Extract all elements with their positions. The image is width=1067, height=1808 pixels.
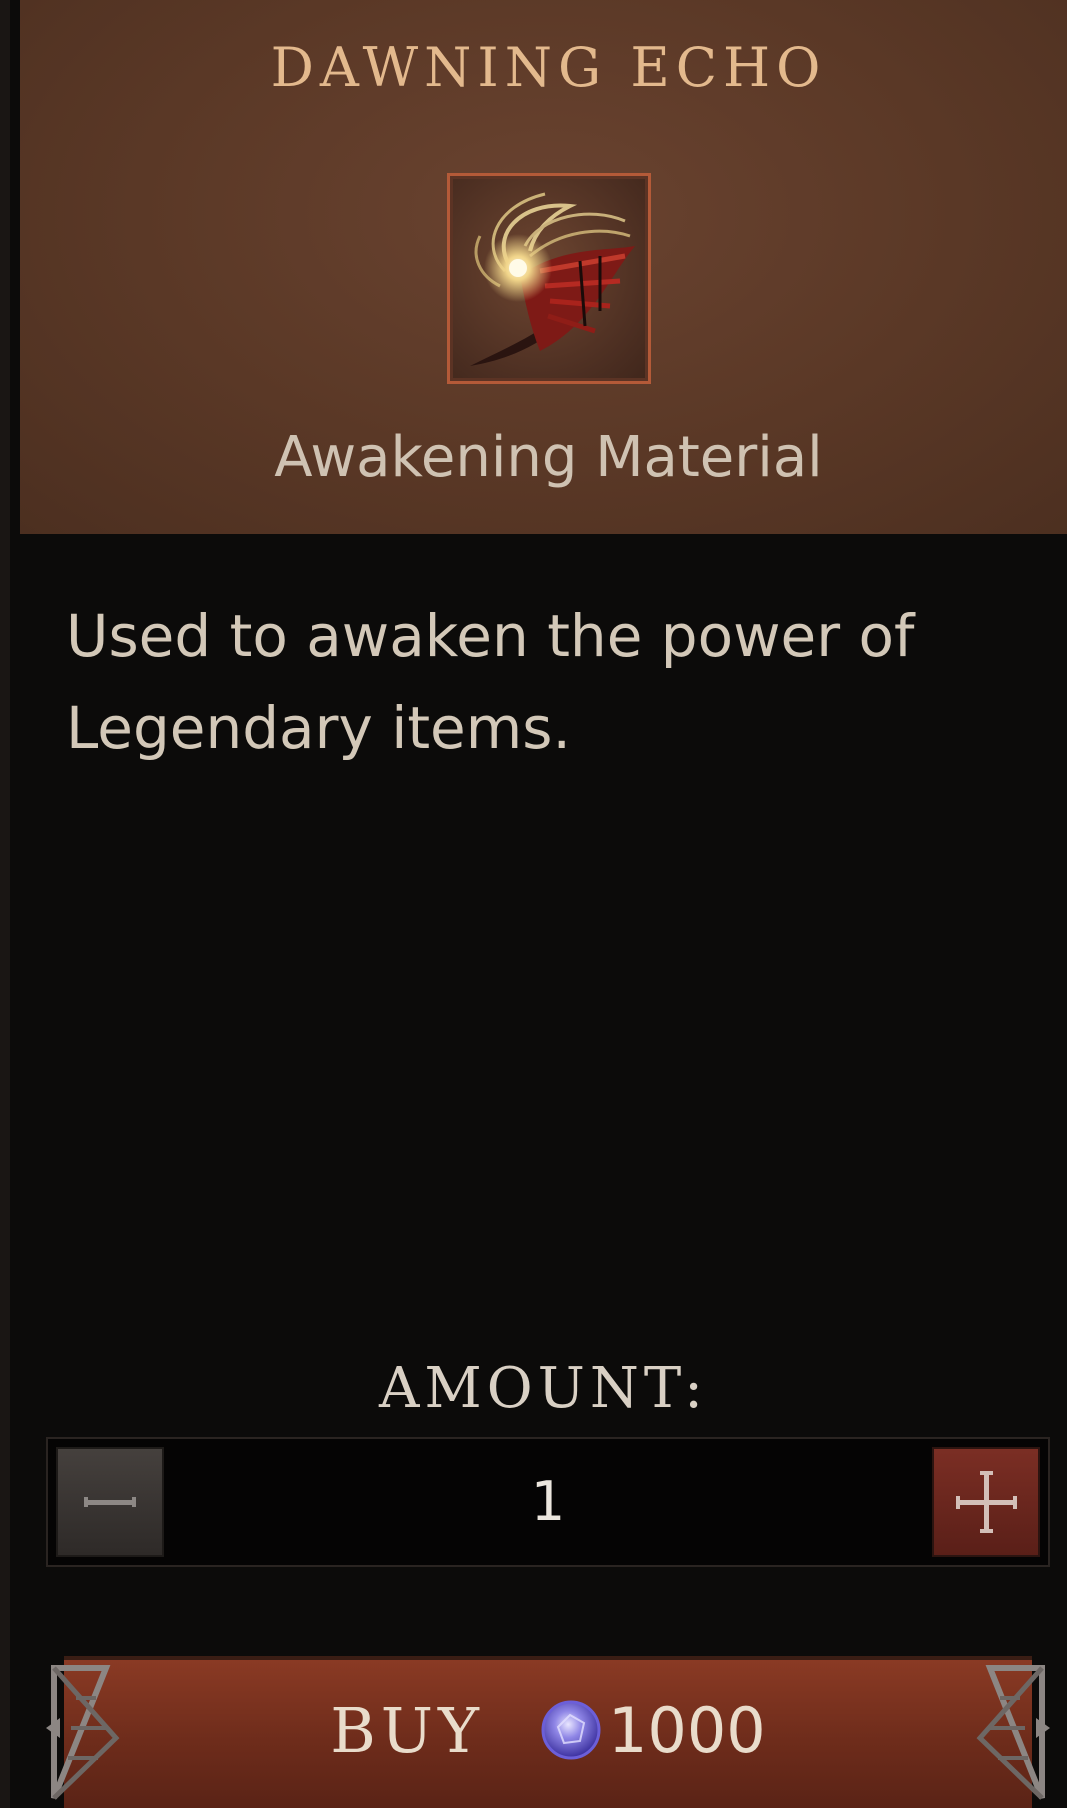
buy-price: 1000: [607, 1693, 766, 1767]
quantity-stepper: 1: [46, 1437, 1050, 1567]
buy-label: BUY: [330, 1693, 484, 1767]
item-name: DAWNING ECHO: [270, 36, 827, 99]
quantity-value[interactable]: 1: [188, 1439, 908, 1565]
item-description: Used to awaken the power of Legendary it…: [66, 602, 915, 762]
decrement-button[interactable]: [56, 1447, 164, 1557]
minus-icon: [84, 1497, 136, 1507]
amount-label: AMOUNT:: [378, 1356, 709, 1421]
increment-button[interactable]: [932, 1447, 1040, 1557]
dawning-echo-feather-icon: [447, 173, 651, 384]
buy-button[interactable]: BUY 1000: [46, 1648, 1050, 1808]
item-header: DAWNING ECHO Awakening Material: [20, 0, 1067, 534]
item-type: Awakening Material: [274, 425, 823, 490]
plus-icon: [956, 1471, 1017, 1533]
item-vendor-panel: DAWNING ECHO Awakening Material Used to …: [0, 0, 1067, 1808]
gem-orb-icon: [541, 1700, 601, 1760]
buy-button-content: BUY 1000: [46, 1660, 1050, 1800]
